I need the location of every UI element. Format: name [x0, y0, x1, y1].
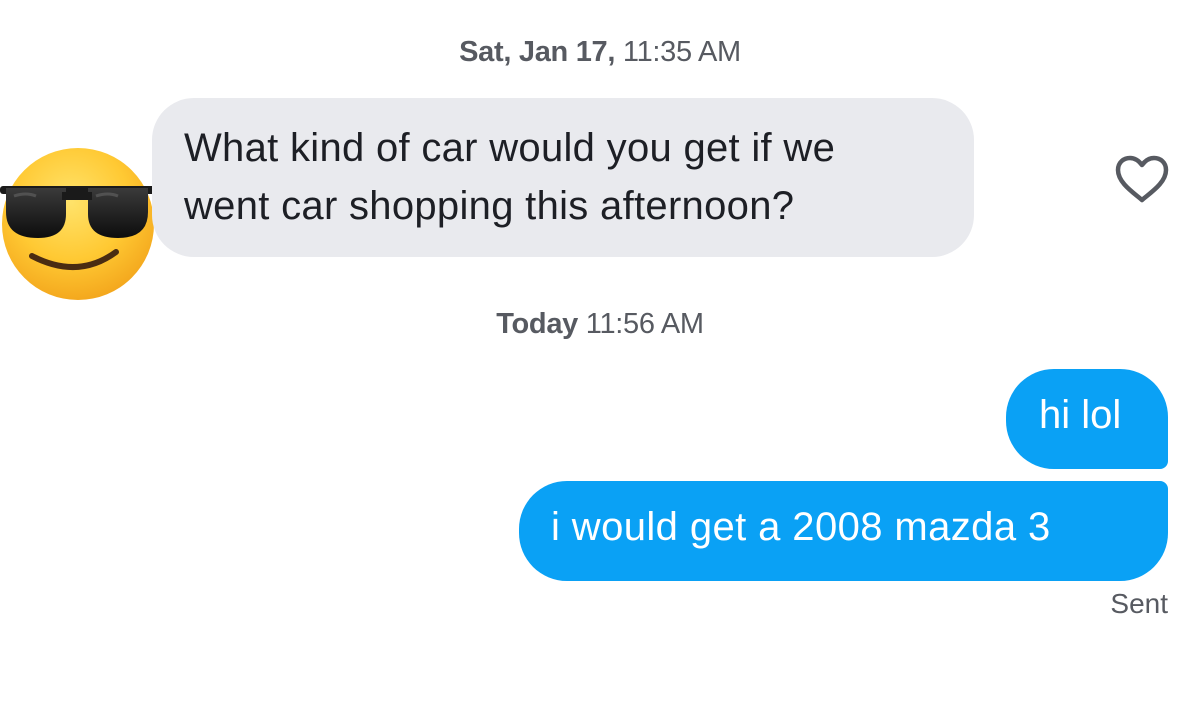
chat-thread: Sat, Jan 17, 11:35 AM What kind of car w…	[0, 0, 1200, 710]
sent-message-bubble[interactable]: hi lol	[1006, 369, 1168, 469]
received-message-bubble[interactable]: What kind of car would you get if we wen…	[152, 98, 974, 257]
received-message-line: What kind of car would you get if we	[184, 126, 836, 170]
received-message-line: went car shopping this afternoon?	[184, 184, 795, 228]
timestamp-divider: Today 11:56 AM	[0, 308, 1200, 341]
heart-icon[interactable]	[1114, 154, 1170, 204]
sunglasses-emoji-icon[interactable]	[0, 140, 158, 306]
timestamp-time: 11:56 AM	[585, 308, 704, 340]
sent-message-bubble[interactable]: i would get a 2008 mazda 3	[519, 481, 1168, 581]
delivery-status: Sent	[1110, 588, 1168, 619]
timestamp-divider: Sat, Jan 17, 11:35 AM	[0, 36, 1200, 69]
timestamp-date: Sat, Jan 17,	[459, 36, 616, 68]
timestamp-date: Today	[496, 308, 578, 340]
timestamp-time: 11:35 AM	[622, 36, 741, 68]
